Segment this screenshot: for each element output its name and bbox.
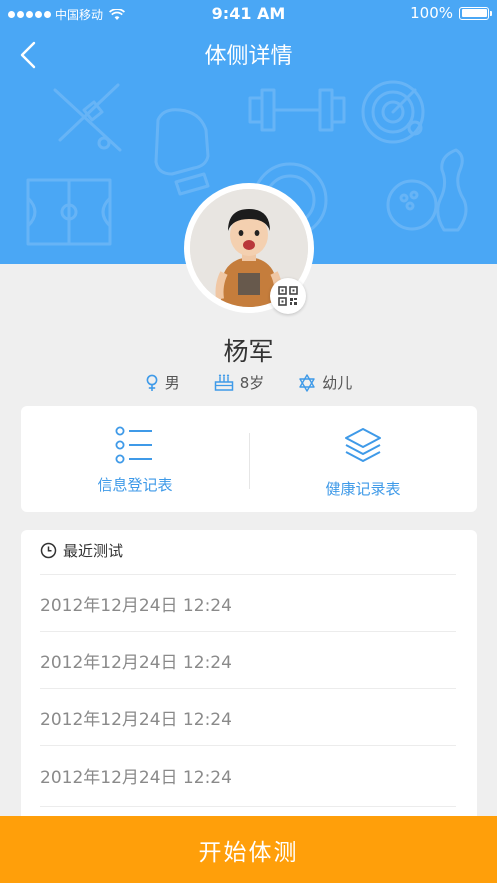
age-item: 8岁 [214, 372, 265, 393]
qr-code-button[interactable] [270, 278, 306, 314]
battery-icon [459, 6, 492, 20]
fencing-icon [53, 83, 122, 152]
recent-tests-card: 最近测试 2012年12月24日 12:24 2012年12月24日 12:24… [21, 530, 477, 830]
action-divider [249, 433, 250, 489]
health-record-button[interactable]: 健康记录表 [249, 406, 477, 512]
action-card: 信息登记表 健康记录表 [21, 406, 477, 512]
female-symbol-icon [146, 374, 158, 391]
recent-tests-title: 最近测试 [63, 542, 124, 560]
clock-icon [40, 542, 57, 559]
stage-item: 幼儿 [298, 372, 352, 393]
recent-test-row[interactable]: 2012年12月24日 12:24 [40, 632, 456, 689]
status-right: 100% [410, 4, 492, 22]
student-name: 杨军 [223, 337, 274, 366]
row-divider [40, 745, 456, 746]
battery-percent: 100% [410, 4, 453, 22]
page-title: 体侧详情 [204, 44, 293, 69]
stage-value: 幼儿 [322, 374, 353, 392]
recent-test-row[interactable]: 2012年12月24日 12:24 [40, 689, 456, 746]
status-bar: 中国移动 9:41 AM 100% [0, 0, 497, 28]
start-test-button[interactable]: 开始体测 [0, 816, 497, 883]
court-icon [26, 178, 112, 246]
dumbbell-icon [248, 88, 346, 132]
profile-meta: 男 8岁 幼儿 [0, 372, 497, 393]
age-value: 8岁 [239, 374, 265, 392]
boxing-glove-icon [154, 108, 210, 196]
recent-tests-header: 最近测试 [40, 540, 123, 561]
health-record-label: 健康记录表 [325, 480, 401, 498]
recent-test-row[interactable]: 2012年12月24日 12:24 [40, 747, 456, 804]
qr-code-icon [278, 286, 298, 306]
star-of-david-icon [299, 373, 315, 392]
info-registration-label: 信息登记表 [97, 476, 173, 494]
info-registration-button[interactable]: 信息登记表 [21, 406, 249, 512]
gender-item: 男 [145, 372, 180, 393]
target-icon [361, 80, 425, 144]
row-divider [40, 806, 456, 807]
gender-value: 男 [164, 374, 180, 392]
recent-test-row[interactable]: 2012年12月24日 12:24 [40, 575, 456, 632]
list-icon [115, 426, 152, 464]
battery-fill [461, 9, 487, 17]
layers-icon [345, 428, 381, 462]
birthday-cake-icon [214, 374, 233, 391]
bowling-icon [386, 148, 468, 232]
